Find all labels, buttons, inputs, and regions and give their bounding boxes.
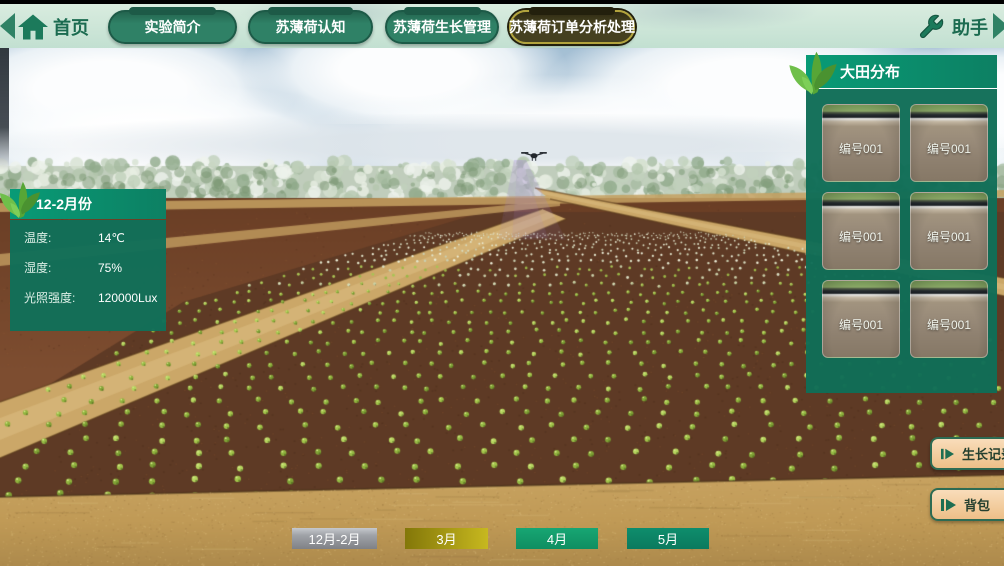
light-intensity-label: 光照强度: [24,289,98,306]
top-border-strip [0,0,1004,4]
plot-thumbnail[interactable]: 编号001 [910,192,988,270]
plot-thumbnail[interactable]: 编号001 [910,280,988,358]
left-edge-chevron-icon [0,13,15,39]
nav-tab-mint-growth-management[interactable]: 苏薄荷生长管理 [385,10,499,44]
timeline-button-may[interactable]: 5月 [627,528,709,549]
plot-thumbnail[interactable]: 编号001 [822,192,900,270]
temperature-value: 14℃ [98,231,125,245]
nav-tab-mint-order-analysis[interactable]: 苏薄荷订单分析处理 [509,10,635,44]
timeline-button-march[interactable]: 3月 [405,528,488,549]
play-arrow-icon [941,447,954,461]
plot-label: 编号001 [911,228,987,245]
temperature-row: 温度: 14℃ [24,229,166,246]
plot-thumbnail[interactable]: 编号001 [910,104,988,182]
nav-tab-mint-cognition[interactable]: 苏薄荷认知 [248,10,373,44]
drone-icon [521,149,547,162]
assistant-label: 助手 [952,14,988,40]
app-window: 首页 实验简介 苏薄荷认知 苏薄荷生长管理 苏薄荷订单分析处理 助手 [0,0,1004,566]
timeline-button-april[interactable]: 4月 [516,528,598,549]
plot-thumbnail[interactable]: 编号001 [822,280,900,358]
plot-grid: 编号001 编号001 编号001 编号001 编号001 编号001 [822,104,988,358]
plot-label: 编号001 [823,228,899,245]
field-panel-body: 编号001 编号001 编号001 编号001 编号001 编号001 [806,89,997,393]
top-nav-bar: 首页 实验简介 苏薄荷认知 苏薄荷生长管理 苏薄荷订单分析处理 助手 [0,4,1004,48]
timeline-button-dec-feb[interactable]: 12月-2月 [292,528,377,549]
home-label: 首页 [53,14,89,40]
field-distribution-panel: 大田分布 编号001 编号001 编号001 编号001 编号001 编号001 [806,55,997,393]
play-arrow-icon [941,498,956,512]
plot-thumbnail[interactable]: 编号001 [822,104,900,182]
right-edge-chevron-icon [993,13,1004,39]
temperature-label: 温度: [24,229,98,246]
plot-label: 编号001 [911,140,987,157]
mint-leaf-icon [786,48,840,99]
growth-record-label: 生长记录 [962,444,1004,463]
scene-edge-shadow [0,48,9,170]
backpack-label: 背包 [964,495,990,514]
nav-tab-experiment-intro[interactable]: 实验简介 [108,10,237,44]
light-intensity-value: 120000Lux [98,291,157,305]
assistant-button[interactable]: 助手 [917,10,988,44]
mint-leaf-icon [0,176,43,222]
weather-info-panel: 12-2月份 温度: 14℃ 湿度: 75% 光照强度: 120000Lux [10,189,166,331]
plot-label: 编号001 [823,316,899,333]
growth-record-button[interactable]: 生长记录 [930,437,1004,470]
wrench-icon [917,13,945,41]
weather-panel-body: 温度: 14℃ 湿度: 75% 光照强度: 120000Lux [10,220,166,331]
home-button[interactable]: 首页 [18,9,89,45]
humidity-row: 湿度: 75% [24,259,166,276]
backpack-button[interactable]: 背包 [930,488,1004,521]
light-intensity-row: 光照强度: 120000Lux [24,289,166,306]
scene-3d-view[interactable]: 12-2月份 温度: 14℃ 湿度: 75% 光照强度: 120000Lux [0,48,1004,566]
humidity-label: 湿度: [24,259,98,276]
plot-label: 编号001 [823,140,899,157]
humidity-value: 75% [98,261,122,275]
home-icon [18,14,48,40]
plot-label: 编号001 [911,316,987,333]
